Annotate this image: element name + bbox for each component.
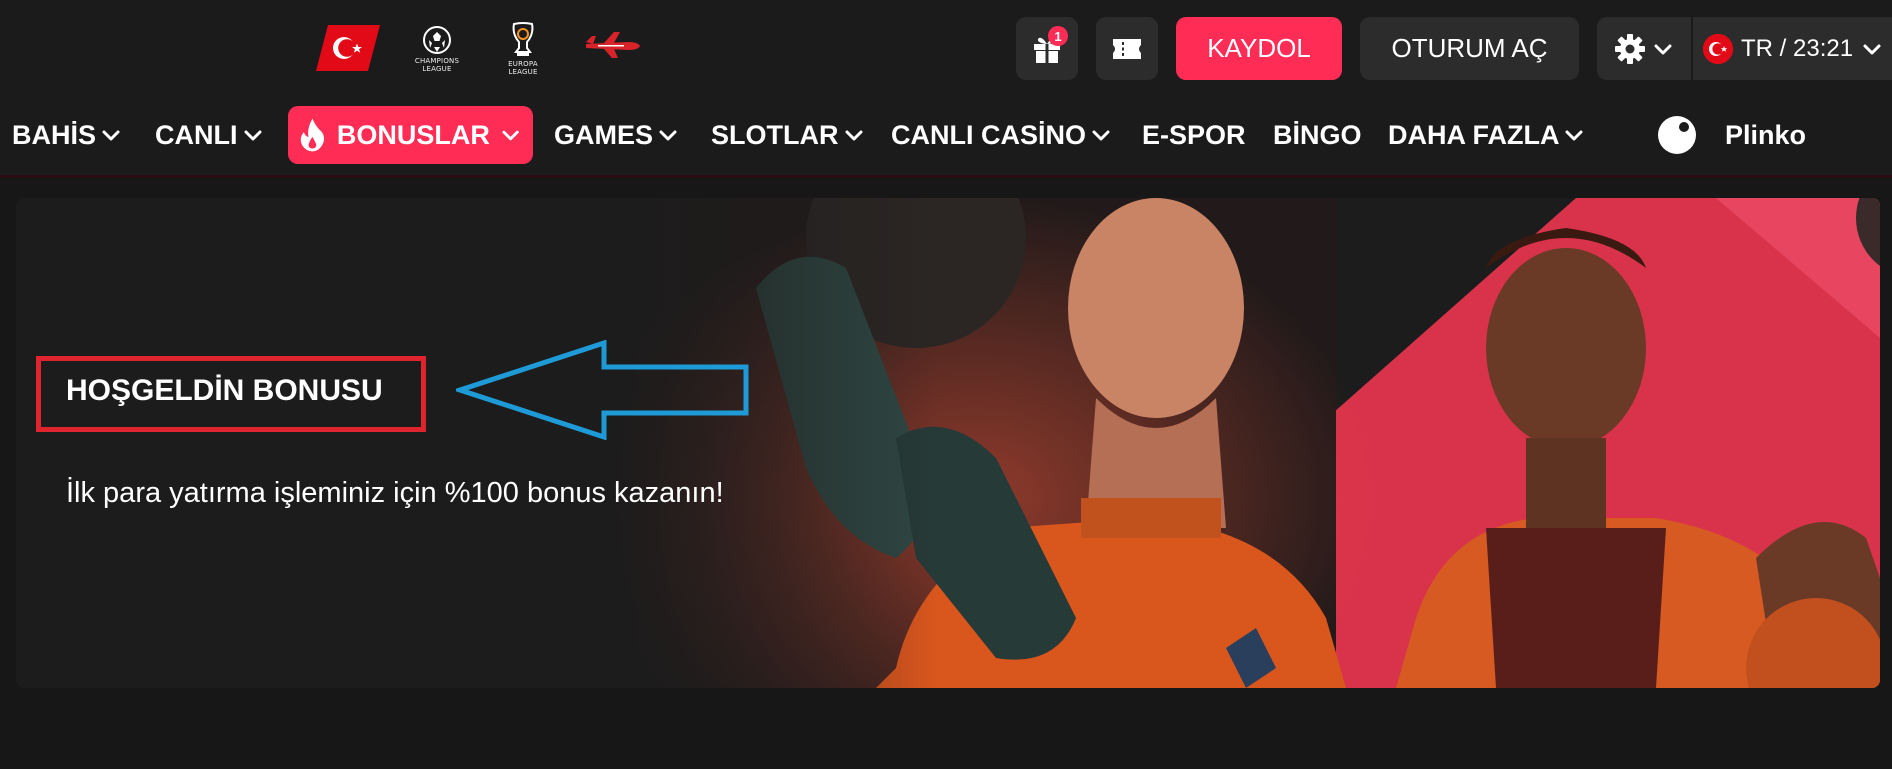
- nav-item-label: DAHA FAZLA: [1388, 119, 1560, 150]
- welcome-bonus-banner[interactable]: [16, 198, 1880, 688]
- flame-icon: [300, 118, 325, 152]
- champions-league-caption: CHAMPIONS LEAGUE: [414, 57, 460, 73]
- nav-item-slotlar[interactable]: SLOTLAR: [711, 106, 865, 164]
- chevron-down-icon: [244, 130, 261, 141]
- nav-item-daha-fazla[interactable]: DAHA FAZLA: [1388, 106, 1585, 164]
- turkey-flag-logo[interactable]: [316, 25, 380, 71]
- champions-league-logo[interactable]: CHAMPIONS LEAGUE: [404, 18, 470, 80]
- nav-item-label: BİNGO: [1273, 119, 1362, 150]
- gift-button[interactable]: 1: [1016, 17, 1078, 80]
- aviator-plane-logo[interactable]: [584, 30, 642, 62]
- ticket-icon: [1113, 38, 1141, 59]
- language-time-selector[interactable]: TR / 23:21: [1693, 17, 1892, 80]
- nav-item-label: BONUSLAR: [336, 119, 490, 150]
- bet-slip-button[interactable]: [1096, 17, 1158, 80]
- nav-item-canli[interactable]: CANLI: [155, 106, 264, 164]
- chevron-down-icon: [502, 130, 519, 141]
- turkey-flag-icon: [316, 25, 380, 71]
- chevron-down-icon: [1863, 44, 1881, 54]
- nav-item-label: SLOTLAR: [711, 119, 839, 150]
- nav-item-plinko[interactable]: Plinko: [1657, 106, 1806, 164]
- banner-title: HOŞGELDİN BONUSU: [66, 374, 383, 407]
- turkey-flag-icon: [1703, 33, 1733, 64]
- nav-item-label: E-SPOR: [1142, 119, 1246, 150]
- nav-item-label: BAHİS: [12, 119, 97, 150]
- chevron-down-icon: [845, 130, 862, 141]
- gear-icon: [1615, 33, 1645, 64]
- nav-item-e-spor[interactable]: E-SPOR: [1142, 106, 1246, 164]
- chevron-down-icon: [1654, 44, 1672, 54]
- language-time-label: TR / 23:21: [1741, 34, 1854, 62]
- athletes-banner-image: [16, 198, 1880, 688]
- europa-league-logo[interactable]: EUROPA LEAGUE: [500, 18, 546, 80]
- gift-count-badge: 1: [1048, 26, 1068, 46]
- nav-item-games[interactable]: GAMES: [554, 106, 679, 164]
- nav-item-label: CANLI: [155, 119, 238, 150]
- nav-item-label: GAMES: [554, 119, 654, 150]
- europa-league-caption: EUROPA LEAGUE: [508, 60, 538, 76]
- register-button[interactable]: KAYDOL: [1176, 17, 1342, 80]
- main-navigation: BAHİS CANLI BONUSLAR GAMES SLOTLAR CANLI…: [0, 95, 1892, 175]
- nav-item-bonuslar[interactable]: BONUSLAR: [288, 106, 533, 164]
- airplane-icon: [586, 32, 640, 58]
- europa-league-trophy-icon: [512, 22, 534, 56]
- plinko-ball-icon: [1658, 116, 1696, 154]
- annotation-arrow-icon: [456, 340, 749, 440]
- nav-item-label: CANLI CASİNO: [891, 119, 1086, 150]
- settings-button[interactable]: [1597, 17, 1691, 80]
- nav-item-bingo[interactable]: BİNGO: [1273, 106, 1362, 164]
- banner-description: İlk para yatırma işleminiz için %100 bon…: [66, 477, 724, 509]
- chevron-down-icon: [659, 130, 677, 141]
- champions-league-ball-icon: [423, 26, 451, 54]
- nav-item-canli-casino[interactable]: CANLI CASİNO: [891, 106, 1112, 164]
- chevron-down-icon: [1092, 130, 1110, 141]
- nav-item-label: Plinko: [1725, 119, 1807, 150]
- top-bar: CHAMPIONS LEAGUE EUROPA LEAGUE 1 KAYDOL …: [0, 0, 1892, 95]
- chevron-down-icon: [1565, 130, 1583, 141]
- nav-item-bahis[interactable]: BAHİS: [12, 106, 122, 164]
- chevron-down-icon: [102, 130, 120, 141]
- login-button[interactable]: OTURUM AÇ: [1360, 17, 1579, 80]
